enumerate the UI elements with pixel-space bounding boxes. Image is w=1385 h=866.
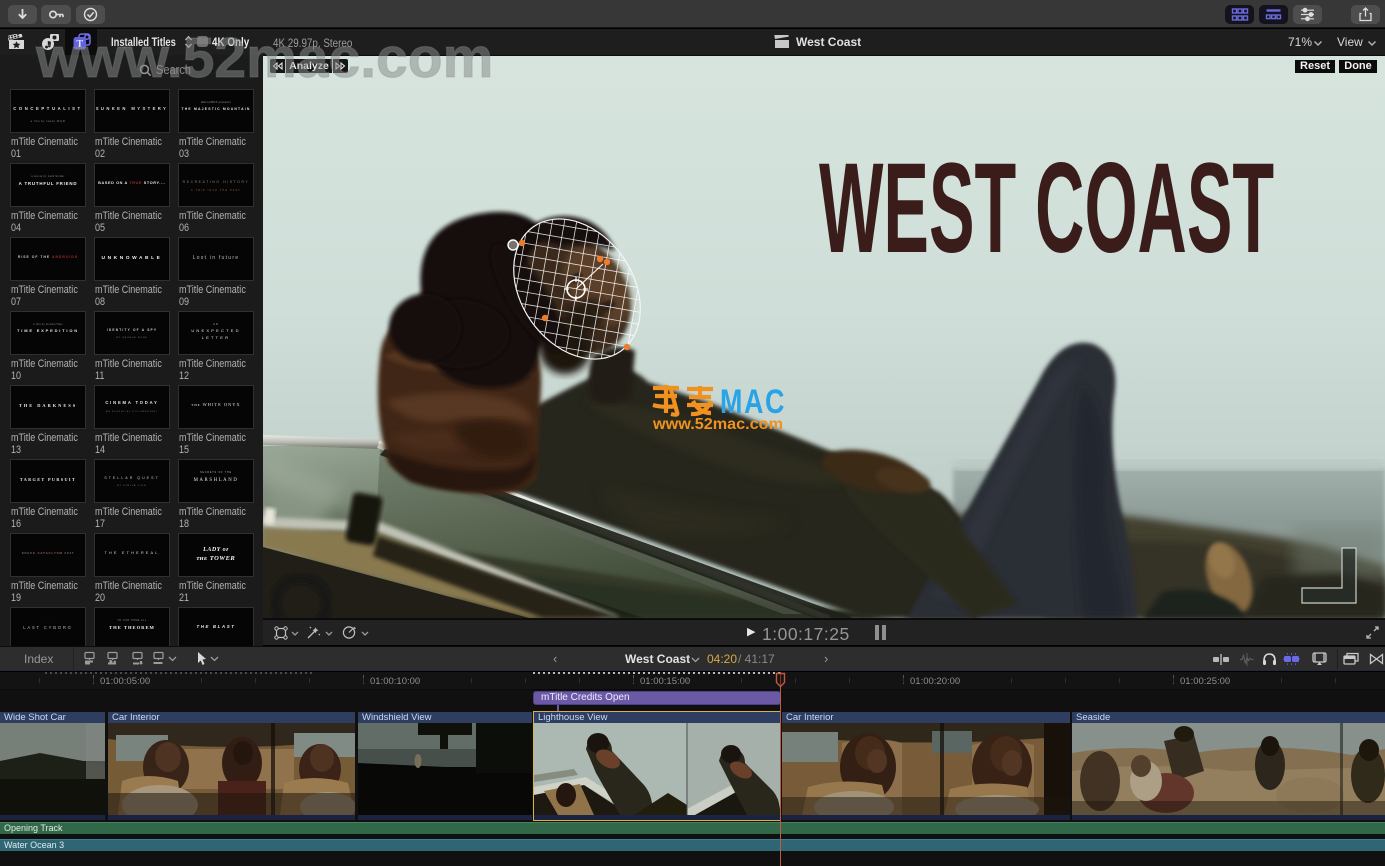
svg-text:BY GEORGE BOND: BY GEORGE BOND [116, 337, 147, 339]
svg-text:A TRUTHFUL FRIEND: A TRUTHFUL FRIEND [19, 181, 78, 186]
svg-text:WEST COAST: WEST COAST [819, 137, 1274, 280]
svg-text:BASED ON A TRUE STORY....: BASED ON A TRUE STORY.... [98, 181, 166, 185]
svg-text:SECRETS OF THE: SECRETS OF THE [200, 471, 232, 474]
svg-text:RECREATING HISTORY: RECREATING HISTORY [183, 180, 250, 184]
svg-text:TIME EXPEDITION: TIME EXPEDITION [17, 328, 79, 333]
svg-text:CINEMA TODAY: CINEMA TODAY [105, 400, 158, 405]
svg-text:BY STELLA COLE: BY STELLA COLE [117, 484, 146, 487]
svg-text:STELLAR QUEST: STELLAR QUEST [104, 476, 159, 480]
svg-text:LETTER: LETTER [202, 335, 231, 340]
svg-text:ᴛʜᴇ TOWER: ᴛʜᴇ TOWER [196, 555, 236, 562]
svg-text:UNEXPECTED: UNEXPECTED [191, 328, 240, 333]
svg-text:THE BLAST: THE BLAST [196, 624, 235, 629]
svg-text:THE DARKNESS: THE DARKNESS [19, 403, 77, 408]
svg-text:CONCEPTUALIST: CONCEPTUALIST [13, 106, 82, 111]
svg-text:SUNKEN MYSTERY: SUNKEN MYSTERY [96, 106, 169, 111]
svg-text:LADY ᴏғ: LADY ᴏғ [202, 547, 229, 553]
svg-text:A TRIP INTO THE PAST: A TRIP INTO THE PAST [191, 189, 241, 192]
svg-text:a movie by Jack Snider: a movie by Jack Snider [31, 174, 64, 178]
svg-text:RISE OF THE ANDROIDS: RISE OF THE ANDROIDS [18, 255, 78, 259]
svg-text:UNKNOWABLE: UNKNOWABLE [102, 255, 163, 261]
svg-text:a film by naomi WILD: a film by naomi WILD [31, 119, 66, 123]
svg-text:WarnerBOX presents: WarnerBOX presents [201, 100, 231, 104]
svg-text:TO OUR HOME ALL: TO OUR HOME ALL [117, 619, 147, 622]
svg-text:AN: AN [213, 322, 219, 326]
svg-text:THE ETHEREAL: THE ETHEREAL [104, 551, 159, 555]
svg-text:Lost in future: Lost in future [193, 255, 240, 261]
svg-text:LAST CYBORG: LAST CYBORG [23, 625, 73, 630]
svg-text:IDENTITY OF A SPY: IDENTITY OF A SPY [107, 328, 157, 332]
svg-text:a film by Andrew Hale: a film by Andrew Hale [33, 323, 63, 326]
svg-text:SPACE CATACLYSM 2047: SPACE CATACLYSM 2047 [22, 551, 75, 555]
svg-text:www.52mac.com: www.52mac.com [652, 416, 783, 433]
svg-text:THE THEOREM: THE THEOREM [109, 625, 155, 630]
svg-text:‧‧‧‧‧: ‧‧‧‧‧ [45, 618, 51, 621]
svg-text:AN ESSENTIAL DOCUMENTARY: AN ESSENTIAL DOCUMENTARY [106, 410, 158, 413]
svg-text:ᴛʜᴇ WHITE ONYX: ᴛʜᴇ WHITE ONYX [191, 402, 240, 407]
svg-text:TARGET PURSUIT: TARGET PURSUIT [20, 477, 76, 482]
svg-text:MARSHLAND: MARSHLAND [194, 478, 239, 483]
svg-text:THE MAJESTIC MOUNTAIN: THE MAJESTIC MOUNTAIN [181, 107, 250, 111]
